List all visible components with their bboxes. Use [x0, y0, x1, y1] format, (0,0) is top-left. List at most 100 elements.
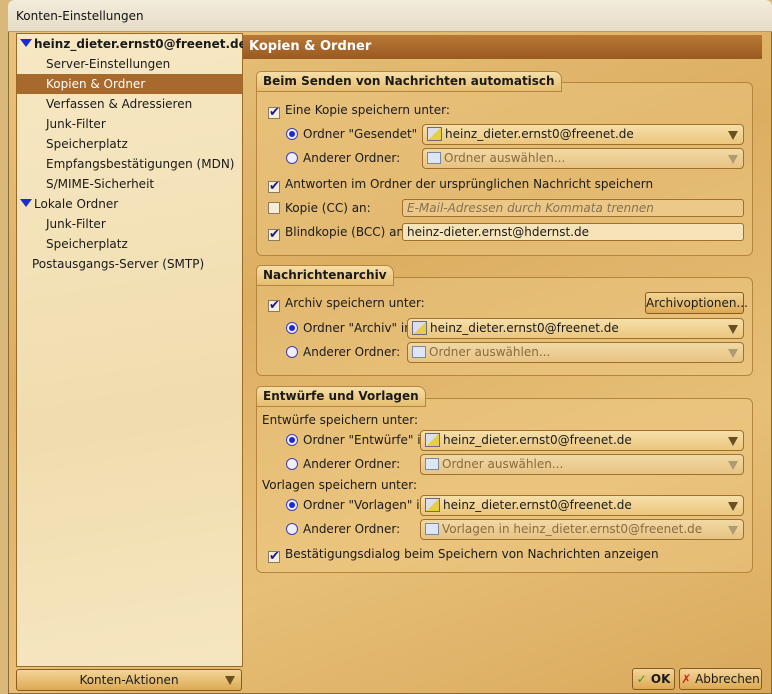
ok-button[interactable]: ✓ OK [632, 668, 675, 690]
chevron-down-icon [728, 131, 738, 140]
bcc-input[interactable]: heinz-dieter.ernst@hdernst.de [402, 223, 744, 241]
templates-folder-value: heinz_dieter.ernst0@freenet.de [443, 498, 632, 512]
tree-item[interactable]: Junk-Filter [17, 214, 242, 234]
tree-item-label: Junk-Filter [46, 217, 106, 231]
archive-other-radio[interactable]: Anderer Ordner: [286, 342, 400, 362]
archive-group-title: Nachrichtenarchiv [256, 265, 394, 286]
tree-item[interactable]: Junk-Filter [17, 114, 242, 134]
cancel-button[interactable]: ✗ Abbrechen [679, 668, 762, 690]
expand-triangle-icon[interactable] [20, 199, 32, 207]
confirm-checkbox[interactable]: ✔ Bestätigungsdialog beim Speichern von N… [268, 544, 659, 564]
account-icon [425, 433, 440, 447]
archive-folder-dropdown[interactable]: heinz_dieter.ernst0@freenet.de [407, 318, 744, 339]
tree-item-label: Speicherplatz [46, 137, 128, 151]
account-actions-button[interactable]: Konten-Aktionen [16, 669, 242, 691]
tree-item-label: Postausgangs-Server (SMTP) [32, 257, 205, 271]
radio-icon [286, 346, 298, 358]
templates-other-dropdown[interactable]: Vorlagen in heinz_dieter.ernst0@freenet.… [420, 519, 744, 540]
tree-item-label: Empfangsbestätigungen (MDN) [46, 157, 235, 171]
tree-item-label: S/MIME-Sicherheit [46, 177, 155, 191]
chevron-down-icon [728, 349, 738, 358]
sent-folder-dropdown[interactable]: heinz_dieter.ernst0@freenet.de [422, 124, 744, 145]
tree-item[interactable]: S/MIME-Sicherheit [17, 174, 242, 194]
reply-label: Antworten im Ordner der ursprünglichen N… [285, 177, 654, 191]
tree-item[interactable]: heinz_dieter.ernst0@freenet.de [17, 34, 247, 54]
sent-radio-label: Ordner "Gesendet" in: [303, 127, 436, 141]
bcc-checkbox[interactable]: ✔ Blindkopie (BCC) an: [268, 222, 408, 242]
sent-folder-value: heinz_dieter.ernst0@freenet.de [445, 127, 634, 141]
tree-item[interactable]: Server-Einstellungen [17, 54, 242, 74]
archive-folder-radio[interactable]: Ordner "Archiv" in: [286, 318, 416, 338]
drafts-other-dropdown[interactable]: Ordner auswählen... [420, 454, 744, 475]
templates-folder-dropdown[interactable]: heinz_dieter.ernst0@freenet.de [420, 495, 744, 516]
radio-icon [286, 322, 298, 334]
tree-item[interactable]: Verfassen & Adressieren [17, 94, 242, 114]
sent-other-value: Ordner auswählen... [444, 151, 566, 165]
tree-item-label: Speicherplatz [46, 237, 128, 251]
cancel-label: Abbrechen [695, 672, 760, 686]
confirm-label: Bestätigungsdialog beim Speichern von Na… [285, 547, 659, 561]
templates-other-label: Anderer Ordner: [303, 522, 401, 536]
tree-item[interactable]: Speicherplatz [17, 134, 242, 154]
chevron-down-icon [728, 502, 738, 511]
sent-other-radio[interactable]: Anderer Ordner: [286, 148, 400, 168]
account-icon [427, 127, 442, 141]
templates-label: Vorlagen speichern unter: [262, 478, 418, 492]
checkbox-icon: ✔ [268, 227, 280, 242]
sent-other-label: Anderer Ordner: [303, 151, 401, 165]
tree-item[interactable]: Postausgangs-Server (SMTP) [17, 254, 242, 274]
archive-other-label: Anderer Ordner: [303, 345, 401, 359]
archive-options-button[interactable]: Archivoptionen... [645, 292, 748, 314]
checkbox-icon: ✔ [268, 105, 280, 120]
cc-label: Kopie (CC) an: [285, 201, 371, 215]
send-group-title: Beim Senden von Nachrichten automatisch [256, 71, 562, 92]
tree-item[interactable]: Kopien & Ordner [17, 74, 242, 94]
drafts-folder-dropdown[interactable]: heinz_dieter.ernst0@freenet.de [420, 430, 744, 451]
expand-triangle-icon[interactable] [20, 39, 32, 47]
copy-checkbox[interactable]: ✔ Eine Kopie speichern unter: [268, 100, 450, 120]
checkbox-icon [268, 202, 280, 214]
archive-other-value: Ordner auswählen... [429, 345, 551, 359]
sent-folder-radio[interactable]: Ordner "Gesendet" in: [286, 124, 436, 144]
templates-other-radio[interactable]: Anderer Ordner: [286, 519, 400, 539]
tree-item-label: Verfassen & Adressieren [46, 97, 193, 111]
drafts-other-radio[interactable]: Anderer Ordner: [286, 454, 400, 474]
archive-other-dropdown[interactable]: Ordner auswählen... [407, 342, 744, 363]
templates-other-value: Vorlagen in heinz_dieter.ernst0@freenet.… [442, 522, 703, 536]
folder-icon [427, 152, 441, 164]
chevron-down-icon [728, 461, 738, 470]
bcc-label: Blindkopie (BCC) an: [285, 225, 409, 239]
folder-icon [412, 346, 426, 358]
checkbox-icon: ✔ [268, 549, 280, 564]
chevron-down-icon [728, 155, 738, 164]
checkbox-icon: ✔ [268, 179, 280, 194]
tree-item[interactable]: Speicherplatz [17, 234, 242, 254]
chevron-down-icon [728, 437, 738, 446]
tree-item[interactable]: Empfangsbestätigungen (MDN) [17, 154, 242, 174]
ok-label: OK [650, 672, 671, 686]
archive-radio-label: Ordner "Archiv" in: [303, 321, 416, 335]
chevron-down-icon [728, 526, 738, 535]
cc-input[interactable]: E-Mail-Adressen durch Kommata trennen [402, 199, 744, 217]
radio-icon [286, 499, 298, 511]
tree-item[interactable]: Lokale Ordner [17, 194, 242, 214]
sent-other-dropdown[interactable]: Ordner auswählen... [422, 148, 744, 169]
tree-item-label: Lokale Ordner [34, 197, 119, 211]
archive-label: Archiv speichern unter: [285, 296, 425, 310]
window-title: Konten-Einstellungen [16, 9, 144, 23]
radio-icon [286, 152, 298, 164]
reply-checkbox[interactable]: ✔ Antworten im Ordner der ursprünglichen … [268, 174, 653, 194]
archive-folder-value: heinz_dieter.ernst0@freenet.de [430, 321, 619, 335]
drafts-other-value: Ordner auswählen... [442, 457, 564, 471]
drafts-folder-value: heinz_dieter.ernst0@freenet.de [443, 433, 632, 447]
radio-icon [286, 523, 298, 535]
checkbox-icon: ✔ [268, 298, 280, 313]
cc-checkbox[interactable]: Kopie (CC) an: [268, 198, 371, 218]
templates-folder-radio[interactable]: Ordner "Vorlagen" in: [286, 495, 431, 515]
chevron-down-icon [728, 325, 738, 334]
drafts-radio-label: Ordner "Entwürfe" in: [303, 433, 433, 447]
drafts-folder-radio[interactable]: Ordner "Entwürfe" in: [286, 430, 432, 450]
copy-label: Eine Kopie speichern unter: [285, 103, 450, 117]
archive-checkbox[interactable]: ✔ Archiv speichern unter: [268, 293, 425, 313]
folder-icon [425, 523, 439, 535]
